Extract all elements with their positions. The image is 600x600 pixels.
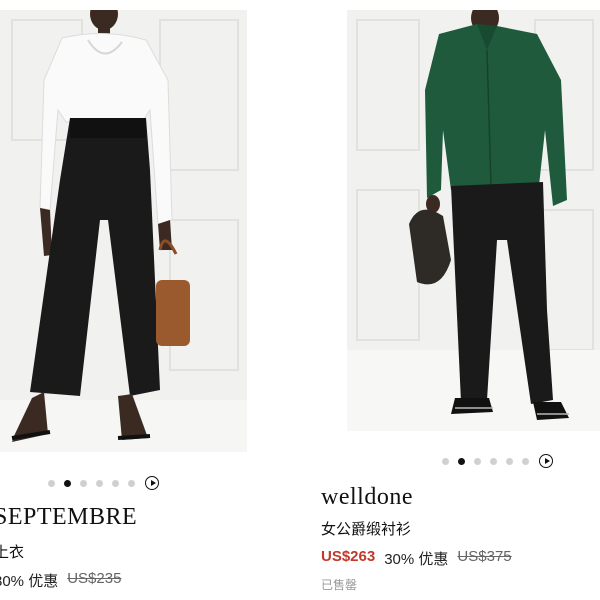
product-image-2[interactable] xyxy=(347,10,600,431)
carousel-dot[interactable] xyxy=(80,479,87,487)
carousel-dot[interactable] xyxy=(112,479,119,487)
model-photo-2 xyxy=(347,10,600,431)
carousel-dot[interactable] xyxy=(474,457,481,465)
model-photo-1 xyxy=(0,10,247,452)
image-carousel-dots-1 xyxy=(48,476,159,490)
carousel-dot[interactable] xyxy=(506,457,513,465)
carousel-dot[interactable] xyxy=(522,457,529,465)
carousel-dot-active[interactable] xyxy=(64,479,71,487)
carousel-dot[interactable] xyxy=(128,479,135,487)
carousel-dot[interactable] xyxy=(490,457,497,465)
play-icon[interactable] xyxy=(539,454,553,468)
product-brand[interactable]: welldone xyxy=(321,484,413,511)
product-name[interactable]: 上衣 xyxy=(0,541,24,562)
carousel-dot[interactable] xyxy=(96,479,103,487)
carousel-dot-active[interactable] xyxy=(458,457,465,465)
image-carousel-dots-2 xyxy=(442,454,553,468)
discount-label: 30% 优惠 xyxy=(384,551,449,568)
play-icon[interactable] xyxy=(145,476,159,490)
discount-label: 30% 优惠 xyxy=(0,573,59,590)
product-image-1[interactable] xyxy=(0,10,247,452)
product-brand[interactable]: SEPTEMBRE xyxy=(0,504,137,531)
product-name[interactable]: 女公爵缎衬衫 xyxy=(321,518,411,539)
price-row: US$263 30% 优惠 US$375 xyxy=(321,548,512,569)
carousel-dot[interactable] xyxy=(442,457,449,465)
original-price: US$375 xyxy=(457,548,512,565)
sold-out-label: 已售罄 xyxy=(321,578,358,592)
price-row: 30% 优惠 US$235 xyxy=(0,570,121,591)
sale-price: US$263 xyxy=(321,548,376,565)
carousel-dot[interactable] xyxy=(48,479,55,487)
original-price: US$235 xyxy=(67,570,122,587)
